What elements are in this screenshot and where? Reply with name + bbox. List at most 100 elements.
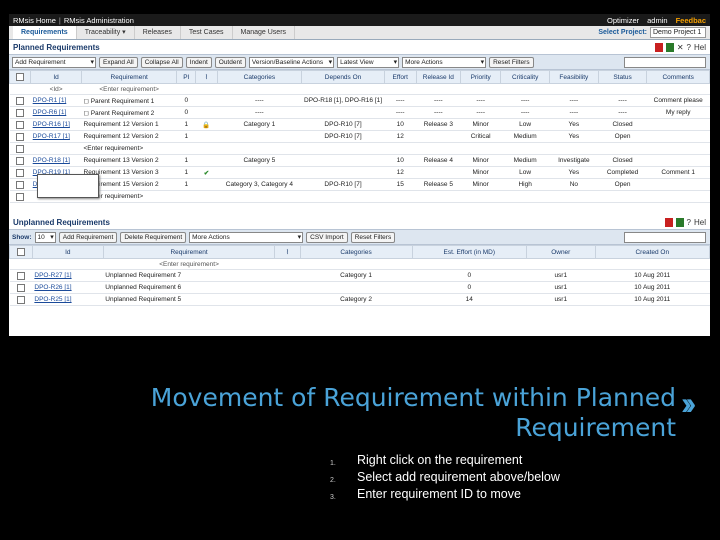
col-attachment[interactable]: ⌇ <box>274 245 301 259</box>
col-id[interactable]: Id <box>30 70 82 84</box>
row-checkbox[interactable] <box>16 96 25 105</box>
unplanned-filter-row[interactable]: <Enter requirement> <box>9 258 710 270</box>
table-row[interactable]: DPO-R6 [1] ◻ Parent Requirement 2 0 ---- ---… <box>9 106 710 119</box>
col-owner[interactable]: Owner <box>525 245 596 259</box>
filter-cell[interactable] <box>217 83 302 95</box>
add-requirement-button[interactable]: Add Requirement <box>58 231 118 243</box>
table-row[interactable]: DPO-R16 [1] Requirement 12 Version 1 1 🔒 Cat… <box>9 118 710 131</box>
select-all-checkbox[interactable] <box>16 73 25 81</box>
col-select[interactable] <box>9 70 32 84</box>
col-status[interactable]: Status <box>597 70 648 84</box>
help-icon[interactable]: ? <box>687 218 691 227</box>
row-checkbox[interactable] <box>16 120 25 129</box>
tab-test-cases[interactable]: Test Cases <box>181 26 233 39</box>
filter-cell[interactable] <box>416 83 461 95</box>
filter-cell[interactable] <box>412 258 527 270</box>
row-checkbox[interactable] <box>16 156 25 165</box>
requirement-id-link[interactable]: DPO-R17 [1] <box>33 133 70 140</box>
version-actions-dropdown[interactable]: Version/Baseline Actions <box>248 56 335 68</box>
col-pi[interactable]: PI <box>176 70 197 84</box>
table-row[interactable]: DPO-R19 [1] Requirement 13 Version 3 1 ✔ 12 M… <box>9 166 710 179</box>
indent-button[interactable]: Indent <box>185 56 212 68</box>
row-checkbox[interactable] <box>16 295 25 304</box>
tab-manage-users[interactable]: Manage Users <box>233 26 296 39</box>
filter-cell[interactable] <box>274 258 300 270</box>
optimizer-link[interactable]: Optimizer <box>607 16 639 25</box>
csv-import-button[interactable]: CSV Import <box>306 231 348 243</box>
col-select[interactable] <box>9 245 33 259</box>
row-checkbox[interactable] <box>16 168 25 177</box>
row-checkbox[interactable] <box>16 180 25 189</box>
filter-cell[interactable] <box>526 258 596 270</box>
filter-cell[interactable] <box>460 83 501 95</box>
col-categories[interactable]: Categories <box>299 245 413 259</box>
requirement-id-link[interactable]: DPO-R26 [1] <box>34 284 71 291</box>
requirement-id-link[interactable]: DPO-R25 [1] <box>34 296 71 303</box>
add-requirement-dropdown[interactable]: Add Requirement <box>12 56 96 68</box>
user-link[interactable]: admin <box>647 16 667 25</box>
delete-requirement-button[interactable]: Delete Requirement <box>120 231 187 243</box>
filter-cell[interactable] <box>32 258 104 270</box>
row-checkbox[interactable] <box>16 283 25 292</box>
col-criticality[interactable]: Criticality <box>500 70 550 84</box>
col-comments[interactable]: Comments <box>646 70 710 84</box>
help-link[interactable]: Hel <box>694 218 706 227</box>
filter-cell[interactable] <box>549 83 599 95</box>
excel-icon[interactable] <box>665 42 674 52</box>
table-row[interactable]: DPO-R27 [1] Unplanned Requirement 7 Catego… <box>9 269 710 282</box>
planned-search-input[interactable] <box>624 57 706 68</box>
filter-cell[interactable] <box>595 258 710 270</box>
filter-cell[interactable]: <Id> <box>30 83 82 95</box>
col-est-effort[interactable]: Est. Effort (in MD) <box>411 245 527 259</box>
filter-cell[interactable] <box>384 83 417 95</box>
row-checkbox[interactable] <box>16 271 25 280</box>
row-checkbox[interactable] <box>16 144 25 153</box>
feedback-link[interactable]: Feedbac <box>676 16 706 25</box>
view-dropdown[interactable]: Latest View <box>337 56 400 68</box>
requirement-id-link[interactable]: DPO-R1 [1] <box>33 97 67 104</box>
col-feasibility[interactable]: Feasibility <box>549 70 599 84</box>
filter-cell[interactable] <box>301 83 385 95</box>
pdf-icon[interactable] <box>654 42 663 52</box>
table-row[interactable]: <Enter requirement> <box>9 190 710 203</box>
col-categories[interactable]: Categories <box>216 70 303 84</box>
expand-all-button[interactable]: Expand All <box>99 56 138 68</box>
filter-cell[interactable] <box>9 83 31 95</box>
excel-icon[interactable] <box>675 217 684 227</box>
row-checkbox[interactable] <box>16 132 25 141</box>
filter-cell[interactable] <box>646 83 710 95</box>
col-attachment[interactable]: ⌇ <box>195 70 218 84</box>
table-row[interactable]: DPO-R25 [1] Unplanned Requirement 5 Catego… <box>9 293 710 306</box>
filter-cell[interactable]: <Enter requirement> <box>81 83 177 95</box>
home-link[interactable]: RMsis Home <box>13 16 56 25</box>
tab-traceability[interactable]: Traceability ▾ <box>77 26 135 39</box>
tools-icon[interactable]: ✕ <box>677 43 684 52</box>
project-dropdown[interactable]: Demo Project 1 <box>650 27 706 38</box>
col-requirement[interactable]: Requirement <box>80 70 178 84</box>
table-row[interactable]: <Enter requirement> <box>9 142 710 155</box>
requirement-id-link[interactable]: DPO-R16 [1] <box>33 121 70 128</box>
planned-filter-row[interactable]: <Id> <Enter requirement> <box>9 83 710 95</box>
table-row[interactable]: DPO-R18 [1] Requirement 13 Version 2 1 Cate… <box>9 154 710 167</box>
col-id[interactable]: Id <box>31 245 104 259</box>
unplanned-search-input[interactable] <box>624 232 706 243</box>
col-requirement[interactable]: Requirement <box>102 245 276 259</box>
filter-cell[interactable] <box>9 258 33 270</box>
col-depends-on[interactable]: Depends On <box>301 70 385 84</box>
row-checkbox[interactable] <box>16 108 25 117</box>
tab-requirements[interactable]: Requirements <box>13 26 77 39</box>
col-created-on[interactable]: Created On <box>594 245 710 259</box>
help-link[interactable]: Hel <box>694 43 706 52</box>
filter-cell[interactable] <box>500 83 550 95</box>
table-row[interactable]: DPO-R20 [1]Requirement 15 Version 21Cate… <box>9 178 710 191</box>
unplanned-more-actions-dropdown[interactable]: More Actions <box>189 231 304 243</box>
table-row[interactable]: DPO-R17 [1] Requirement 12 Version 2 1 DPO-… <box>9 130 710 143</box>
pdf-icon[interactable] <box>664 217 673 227</box>
requirement-id-link[interactable]: DPO-R27 [1] <box>34 272 71 279</box>
table-row[interactable]: DPO-R26 [1] Unplanned Requirement 6 0 usr1 1… <box>9 281 710 294</box>
filter-cell[interactable] <box>176 83 196 95</box>
filter-cell[interactable]: <Enter requirement> <box>103 258 275 270</box>
admin-link[interactable]: RMsis Administration <box>64 16 134 25</box>
filter-cell[interactable] <box>195 83 218 95</box>
tab-releases[interactable]: Releases <box>135 26 181 39</box>
